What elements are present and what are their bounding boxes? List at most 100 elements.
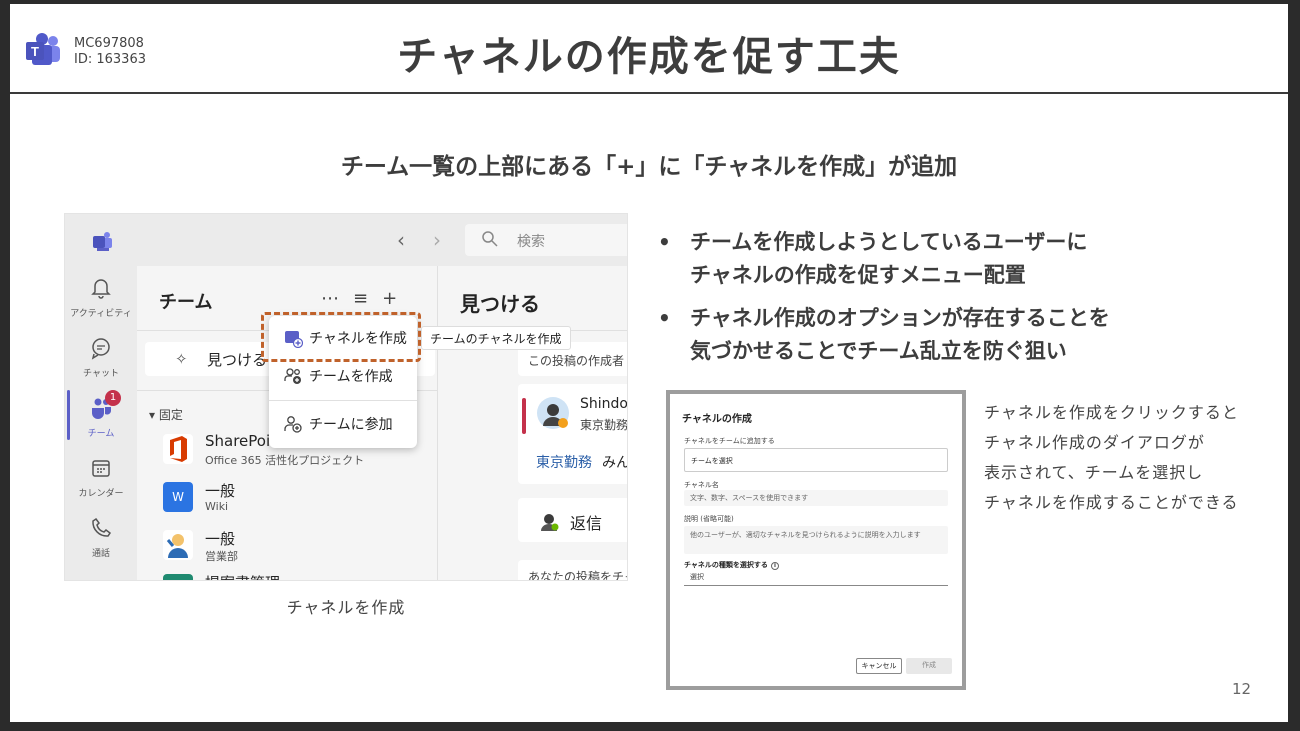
join-team-icon xyxy=(284,416,302,433)
discover-label: 見つける xyxy=(207,351,268,369)
menu-item-join-team[interactable]: チームに参加 xyxy=(269,406,417,442)
rail-item-teams[interactable]: チーム xyxy=(65,396,137,439)
post-card[interactable]: あなたの投稿をチャ xyxy=(518,560,628,581)
bullet-line: チームを作成しようとしているユーザーに xyxy=(690,230,1088,254)
more-options-icon[interactable]: ⋯ xyxy=(321,288,339,309)
channel-name-input[interactable]: 文字、数字、スペースを使用できます xyxy=(684,490,948,506)
pinned-section-header[interactable]: ▾ 固定 xyxy=(149,406,183,423)
bullet-dot: • xyxy=(658,306,671,330)
tooltip: チームのチャネルを作成 xyxy=(421,326,571,350)
channel-link[interactable]: 東京勤務 xyxy=(536,452,592,472)
description-line: 表示されて、チームを選択し xyxy=(984,463,1204,482)
teams-screenshot: ‹ › 検索 アクティビティ チャット チーム 1 カレンダー 通話 チーム ⋯… xyxy=(64,213,628,581)
teams-app-icon xyxy=(93,232,112,251)
bullet-line: 気づかせることでチーム乱立を防ぐ狙い xyxy=(690,339,1067,363)
reply-label: 返信 xyxy=(570,514,603,533)
header-divider xyxy=(10,92,1288,94)
page-number: 12 xyxy=(1232,680,1252,698)
forward-button[interactable]: › xyxy=(433,228,441,252)
subtitle: チーム一覧の上部にある「+」に「チャネルを作成」が追加 xyxy=(340,154,958,180)
sparkle-icon: ✧ xyxy=(175,350,188,368)
create-channel-dialog: チャネルの作成 チャネルをチームに追加する チームを選択 チャネル名 文字、数字… xyxy=(666,390,966,690)
add-icon[interactable]: + xyxy=(382,288,397,309)
description-line: チャネルを作成することができる xyxy=(984,493,1239,512)
rail-label: アクティビティ xyxy=(70,309,132,319)
menu-label: チームに参加 xyxy=(309,417,393,433)
info-icon[interactable]: i xyxy=(770,562,779,570)
chat-icon xyxy=(91,338,110,360)
type-field-label: チャネルの種類を選択する i xyxy=(684,560,779,570)
team-subtitle: Office 365 活性化プロジェクト xyxy=(205,454,365,467)
type-label-text: チャネルの種類を選択する xyxy=(684,561,768,569)
cancel-button[interactable]: キャンセル xyxy=(856,658,902,674)
menu-label: チームを作成 xyxy=(309,369,393,385)
rail-label: 通話 xyxy=(91,549,110,559)
author-name: Shindo xyxy=(580,396,628,412)
search-box[interactable]: 検索 xyxy=(465,224,627,256)
team-icon xyxy=(163,574,193,580)
discover-main-pane: 見つける この投稿の作成者 Shindo 東京勤務 東京勤務 みん 返信 あなた… xyxy=(437,266,628,581)
team-select-value: チームを選択 xyxy=(691,457,733,465)
back-button[interactable]: ‹ xyxy=(397,228,405,252)
panel-toolbar: ⋯ ≡ + xyxy=(321,288,411,309)
card-text: この投稿の作成者 xyxy=(528,354,625,368)
reply-card[interactable]: 返信 xyxy=(518,498,627,542)
title-bar: ‹ › 検索 xyxy=(65,214,627,266)
team-subtitle: Wiki xyxy=(205,500,229,513)
highlight-box xyxy=(261,312,421,362)
rail-item-calendar[interactable]: カレンダー xyxy=(65,456,137,499)
dialog-description: チャネルを作成をクリックすると チャネル作成のダイアログが 表示されて、チームを… xyxy=(984,398,1239,518)
rail-item-chat[interactable]: チャット xyxy=(65,336,137,379)
team-select[interactable]: チームを選択 xyxy=(684,448,948,472)
rail-item-calls[interactable]: 通話 xyxy=(65,516,137,559)
name-placeholder: 文字、数字、スペースを使用できます xyxy=(690,494,809,502)
menu-item-create-team[interactable]: チームを作成 xyxy=(269,358,417,394)
avatar xyxy=(163,530,193,560)
rail-label: チャット xyxy=(83,369,119,379)
team-name: 一般 xyxy=(205,482,236,500)
team-field-label: チャネルをチームに追加する xyxy=(684,437,775,445)
create-button[interactable]: 作成 xyxy=(906,658,952,674)
description-line: チャネル作成のダイアログが xyxy=(984,433,1205,452)
search-placeholder: 検索 xyxy=(517,234,545,250)
screenshot-caption: チャネルを作成 xyxy=(286,598,406,617)
menu-separator xyxy=(269,400,417,401)
search-icon xyxy=(482,231,498,247)
office-icon xyxy=(163,434,193,464)
accent-bar xyxy=(522,398,526,434)
post-card[interactable]: Shindo 東京勤務 東京勤務 みん xyxy=(518,384,628,484)
card-text: あなたの投稿をチャ xyxy=(528,570,628,581)
bullet-list: • チームを作成しようとしているユーザーに チャネルの作成を促すメニュー配置 •… xyxy=(656,226,1110,378)
filter-icon[interactable]: ≡ xyxy=(353,288,368,309)
chevron-down-icon: ⌵ xyxy=(690,572,696,580)
slide: T MC697808 ID: 163363 チャネルの作成を促す工夫 チーム一覧… xyxy=(10,4,1288,722)
team-add-icon xyxy=(284,368,301,384)
desc-field-label: 説明 (省略可能) xyxy=(684,515,734,523)
avatar xyxy=(541,514,559,531)
wiki-icon: W xyxy=(163,482,193,512)
bullet-dot: • xyxy=(658,230,671,254)
rail-item-activity[interactable]: アクティビティ xyxy=(65,276,137,319)
rail-label: カレンダー xyxy=(78,489,124,499)
main-title: 見つける xyxy=(460,292,540,316)
bullet-line: チャネル作成のオプションが存在することを xyxy=(690,306,1110,330)
notification-badge: 1 xyxy=(105,390,121,406)
team-name: 提案書管理 xyxy=(205,572,280,580)
rail-label: チーム xyxy=(87,429,115,439)
card-text: みん xyxy=(602,455,628,471)
author-subtitle: 東京勤務 xyxy=(580,418,628,432)
description-line: チャネルを作成をクリックすると xyxy=(984,403,1239,422)
panel-title: チーム xyxy=(159,292,213,313)
calendar-icon xyxy=(92,460,110,477)
dialog-title: チャネルの作成 xyxy=(682,414,752,425)
desc-placeholder: 他のユーザーが、適切なチャネルを見つけられるように説明を入力します xyxy=(690,531,921,539)
description-input[interactable]: 他のユーザーが、適切なチャネルを見つけられるように説明を入力します xyxy=(684,526,948,554)
bullet-item: • チャネル作成のオプションが存在することを 気づかせることでチーム乱立を防ぐ狙… xyxy=(656,302,1110,368)
bullet-line: チャネルの作成を促すメニュー配置 xyxy=(690,263,1026,287)
phone-icon xyxy=(92,517,112,537)
page-title: チャネルの作成を促す工夫 xyxy=(397,34,901,80)
team-name: 一般 xyxy=(205,530,236,548)
bullet-item: • チームを作成しようとしているユーザーに チャネルの作成を促すメニュー配置 xyxy=(656,226,1110,292)
app-rail: アクティビティ チャット チーム 1 カレンダー 通話 xyxy=(65,266,137,580)
channel-type-select[interactable]: 選択 ⌵ xyxy=(684,570,948,586)
